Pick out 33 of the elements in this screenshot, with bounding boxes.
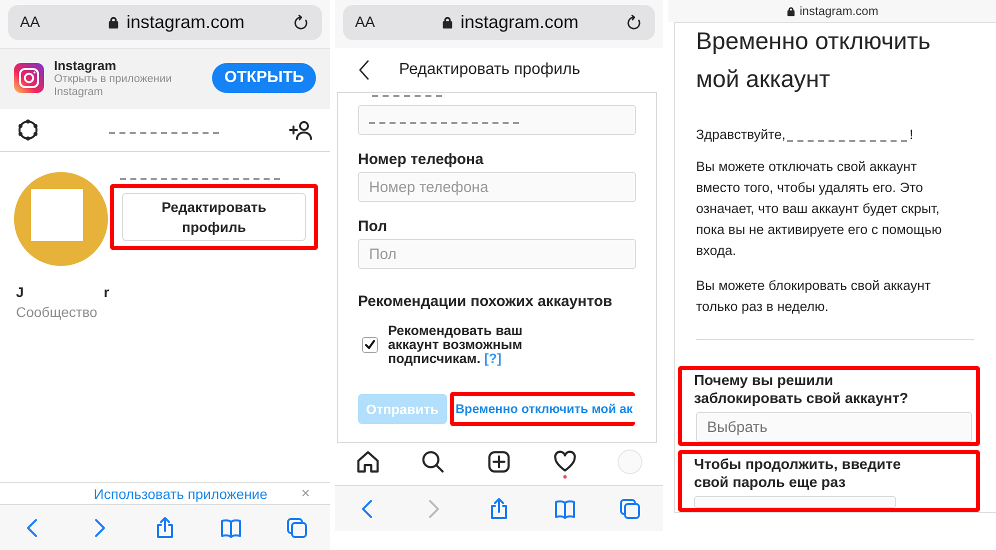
info-text: Вы можете отключать свой аккаунт вместо того, чтобы удалять его. Это означает, что ваш аккаунт будет скрыт, пока вы не активируете его с помощью входа.: [696, 158, 943, 260]
greeting-text: !: [909, 127, 914, 142]
name-text: r: [104, 284, 110, 300]
use-app-link[interactable]: Использовать приложение: [60, 486, 302, 502]
page-title: Временно отключить мой аккаунт: [696, 27, 932, 95]
field-label: Номер телефона: [358, 151, 484, 168]
deactivate-link[interactable]: Временно отключить мой ак: [456, 402, 633, 416]
field-label: Почему вы решили заблокировать свой аккаунт?: [694, 372, 910, 408]
url-text: instagram.com: [800, 4, 878, 18]
greeting-text: Здравствуйте,: [696, 127, 786, 142]
url-text: instagram.com: [460, 12, 579, 33]
field-label: Чтобы продолжить, введите свой пароль еще раз: [694, 456, 902, 492]
page-title: Редактировать профиль: [399, 61, 580, 79]
field-label: Пол: [358, 218, 388, 235]
recommend-text: Рекомендовать ваш аккаунт возможным подписчикам. [?]: [388, 324, 524, 366]
info-text: Вы можете блокировать свой аккаунт только раз в неделю.: [696, 277, 932, 316]
app-name: Instagram: [54, 58, 118, 72]
close-button[interactable]: ×: [301, 486, 310, 501]
section-title: Рекомендации похожих аккаунтов: [358, 293, 614, 310]
name-text: J: [16, 284, 24, 300]
help-link[interactable]: [?]: [484, 351, 502, 366]
url-text: instagram.com: [126, 12, 245, 33]
select-field[interactable]: Выбрать: [696, 412, 972, 442]
input-field[interactable]: Пол: [358, 239, 636, 269]
app-subtitle: Открыть в приложении Instagram: [54, 72, 173, 98]
address-bar[interactable]: AA instagram.com: [8, 5, 322, 40]
category-label: Сообщество: [15, 303, 98, 322]
address-bar[interactable]: AA instagram.com: [343, 5, 655, 40]
text-size-button[interactable]: AA: [355, 14, 395, 31]
edit-profile-button[interactable]: Редактировать профиль: [122, 193, 306, 241]
text-size-button[interactable]: AA: [20, 14, 60, 31]
input-field[interactable]: Номер телефона: [358, 172, 636, 202]
open-button[interactable]: ОТКРЫТЬ: [212, 63, 316, 93]
